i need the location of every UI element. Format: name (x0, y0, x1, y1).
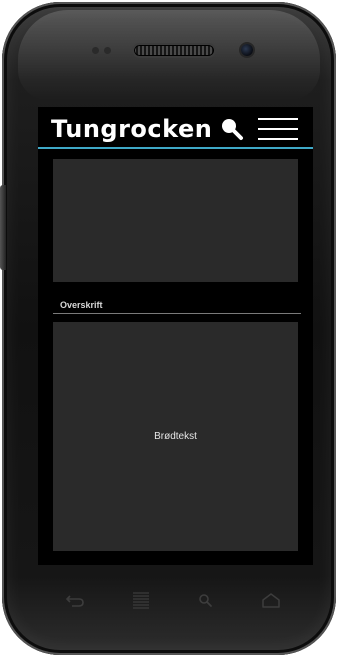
home-icon (262, 593, 280, 608)
proximity-sensor (92, 47, 99, 54)
body-text: Brødtekst (154, 431, 197, 442)
menu-icon (133, 592, 149, 609)
phone-screen: Tungrocken Overskrift Brødtekst (38, 107, 313, 565)
hamburger-menu-bar (258, 128, 298, 130)
volume-side-button[interactable] (0, 185, 6, 270)
hamburger-menu-button[interactable] (258, 118, 298, 140)
hamburger-menu-bar (258, 138, 298, 140)
heading-divider (53, 313, 301, 314)
home-button[interactable] (260, 591, 282, 609)
front-camera (241, 44, 253, 56)
body-text-block: Brødtekst (53, 322, 298, 551)
section-heading: Overskrift (60, 300, 103, 310)
hamburger-menu-icon (258, 118, 298, 120)
back-icon (65, 595, 84, 607)
menu-key-button[interactable] (130, 591, 152, 609)
search-icon (199, 594, 212, 607)
light-sensor (104, 47, 111, 54)
app-title: Tungrocken (51, 115, 213, 143)
back-button[interactable] (64, 591, 86, 609)
search-button[interactable] (219, 116, 245, 142)
search-icon (222, 119, 243, 140)
earpiece-speaker (134, 45, 214, 56)
search-key-button[interactable] (195, 591, 217, 609)
media-placeholder (53, 159, 298, 282)
app-header: Tungrocken (38, 107, 313, 149)
